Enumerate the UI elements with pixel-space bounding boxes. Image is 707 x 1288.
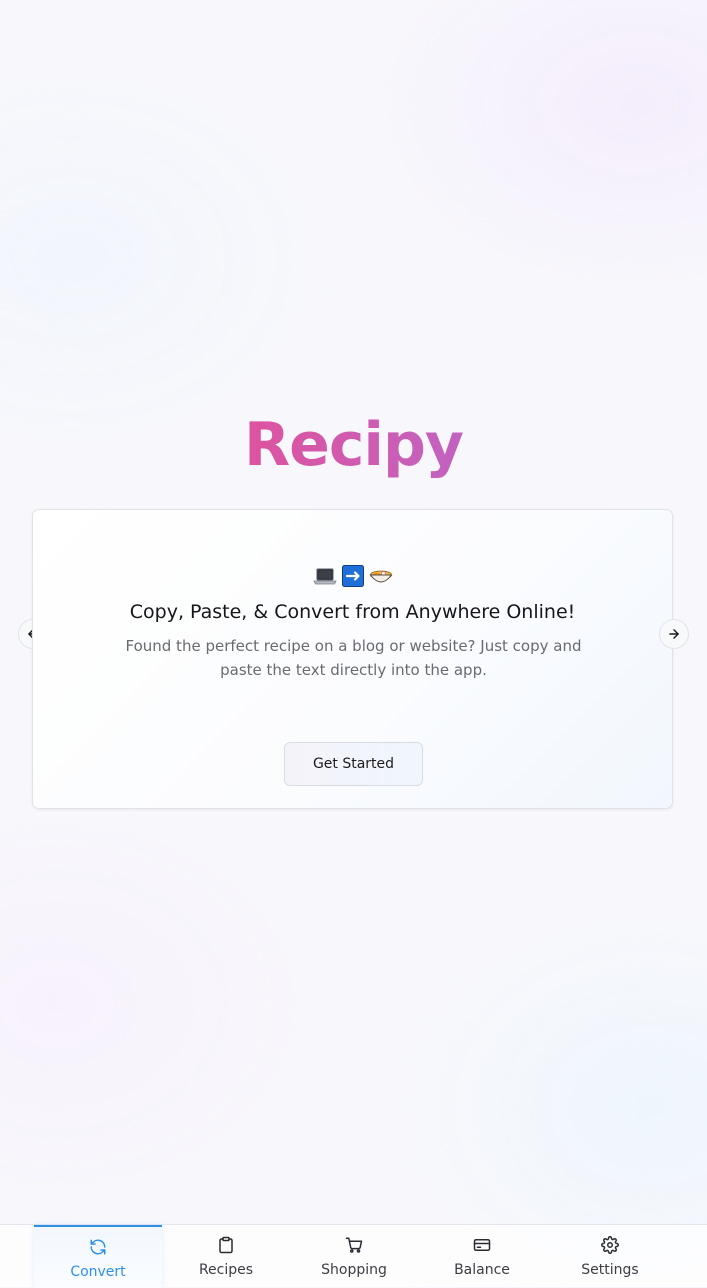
carousel-next-button[interactable] bbox=[659, 619, 689, 649]
tab-convert[interactable]: Convert bbox=[34, 1225, 162, 1288]
clipboard-icon bbox=[219, 1236, 233, 1254]
onboarding-card: Copy, Paste, & Convert from Anywhere Onl… bbox=[32, 509, 673, 809]
cart-icon bbox=[345, 1237, 363, 1253]
tab-balance[interactable]: Balance bbox=[418, 1225, 546, 1288]
noodle-bowl-emoji bbox=[368, 570, 393, 583]
tab-label-shopping: Shopping bbox=[321, 1262, 387, 1278]
tab-label-convert: Convert bbox=[70, 1264, 126, 1280]
app-logo: Recipy bbox=[0, 404, 707, 486]
emoji-row bbox=[33, 565, 672, 587]
refresh-icon bbox=[90, 1239, 106, 1255]
credit-card-icon bbox=[473, 1239, 491, 1251]
bottom-tab-bar: Convert Recipes Shopping Balance Setting… bbox=[0, 1224, 707, 1288]
card-description: Found the perfect recipe on a blog or we… bbox=[125, 637, 582, 679]
card-title: Copy, Paste, & Convert from Anywhere Onl… bbox=[129, 601, 576, 623]
get-started-button[interactable]: Get Started bbox=[284, 742, 423, 786]
tab-label-balance: Balance bbox=[454, 1262, 510, 1278]
arrow-right-icon bbox=[669, 629, 679, 639]
gear-icon bbox=[601, 1236, 619, 1254]
laptop-emoji bbox=[312, 568, 337, 585]
tab-recipes[interactable]: Recipes bbox=[162, 1225, 290, 1288]
tab-label-recipes: Recipes bbox=[198, 1262, 254, 1278]
tab-label-settings: Settings bbox=[581, 1262, 639, 1278]
right-arrow-emoji bbox=[341, 565, 364, 587]
tab-shopping[interactable]: Shopping bbox=[290, 1225, 418, 1288]
tab-settings[interactable]: Settings bbox=[546, 1225, 674, 1288]
